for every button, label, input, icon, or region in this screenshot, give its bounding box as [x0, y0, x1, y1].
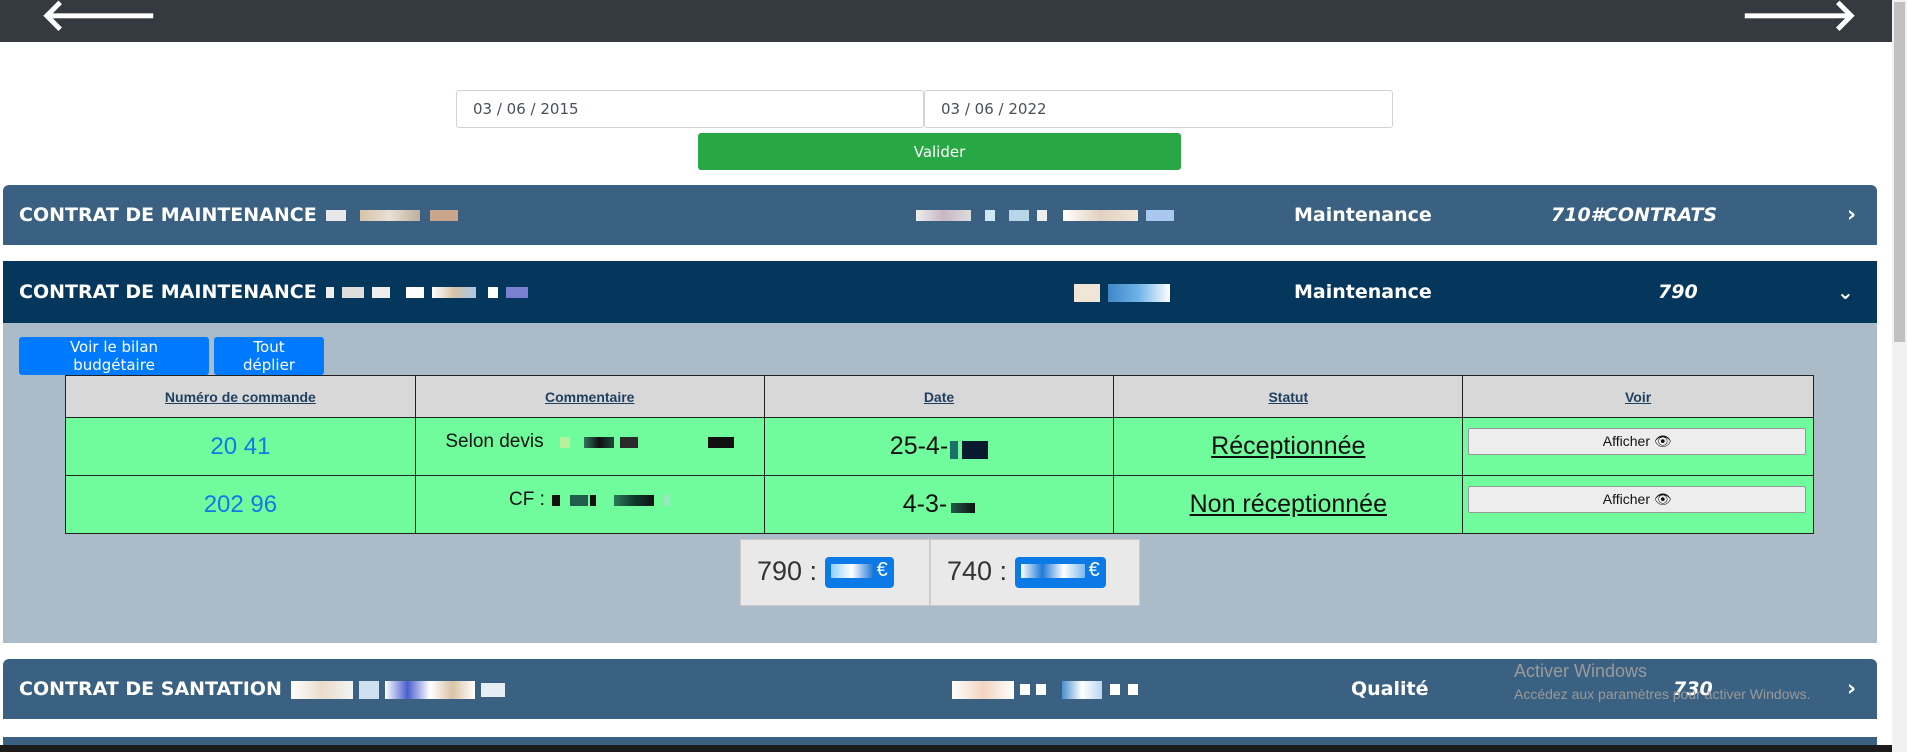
budget-badge-790: 790 : €	[740, 539, 930, 606]
comment-cell: Selon devis	[414, 417, 765, 476]
table-row: 20 41 Selon devis 25-4- Réceptionnée Aff…	[65, 417, 1814, 476]
contract-reference-redacted	[949, 678, 1138, 700]
comment-cell: CF :	[414, 475, 765, 534]
scrollbar-thumb[interactable]	[1894, 2, 1905, 342]
contract-reference-redacted	[1071, 281, 1170, 303]
table-header-row: Numéro de commande Commentaire Date Stat…	[65, 375, 1814, 418]
orders-table: Numéro de commande Commentaire Date Stat…	[65, 375, 1814, 534]
table-row: 202 96 CF : 4-3- Non réceptionnée Affich…	[65, 475, 1814, 534]
order-number[interactable]: 202 96	[204, 491, 277, 518]
contract-category: Qualité	[1351, 678, 1429, 700]
contract-code: 710#CONTRATS	[1551, 204, 1717, 226]
contract-row-2[interactable]: CONTRAT DE MAINTENANCE Maintenance 790 ⌄	[3, 261, 1877, 323]
status-cell: Réceptionnée	[1113, 417, 1464, 476]
contract-category: Maintenance	[1294, 204, 1432, 226]
column-header[interactable]: Date	[763, 375, 1115, 418]
eye-icon: 👁	[1653, 491, 1672, 507]
column-header[interactable]: Numéro de commande	[65, 375, 416, 418]
view-cell: Afficher 👁	[1462, 475, 1814, 534]
contract-reference-redacted	[913, 204, 1174, 226]
status-cell: Non réceptionnée	[1113, 475, 1464, 534]
column-header[interactable]: Commentaire	[414, 375, 765, 418]
chevron-right-icon[interactable]: ›	[1847, 203, 1856, 228]
contract-title: CONTRAT DE MAINTENANCE	[19, 281, 529, 303]
order-comment: Selon devis	[445, 430, 544, 452]
top-navbar: 🡐 🡒	[0, 0, 1892, 42]
end-date-input[interactable]	[924, 90, 1393, 128]
chevron-down-icon[interactable]: ⌄	[1837, 280, 1854, 304]
order-number[interactable]: 20 41	[210, 433, 270, 460]
order-comment: CF :	[509, 488, 545, 510]
arrow-left-icon[interactable]: 🡐	[40, 0, 158, 38]
contract-title: CONTRAT DE SANTATION	[19, 678, 506, 700]
windows-activation-title: Activer Windows	[1514, 661, 1648, 681]
view-cell: Afficher 👁	[1462, 417, 1814, 476]
budget-report-button[interactable]: Voir le bilan budgétaire	[19, 337, 209, 375]
contract-title: CONTRAT DE MAINTENANCE	[19, 204, 459, 226]
budget-amount: €	[824, 557, 894, 589]
contract-category: Maintenance	[1294, 281, 1432, 303]
budget-code: 790 :	[757, 556, 818, 586]
page-scrollbar[interactable]	[1892, 0, 1907, 752]
expand-all-button[interactable]: Tout déplier	[214, 337, 324, 375]
view-order-button[interactable]: Afficher 👁	[1468, 428, 1807, 455]
chevron-right-icon[interactable]: ›	[1847, 677, 1856, 702]
contract-row-1[interactable]: CONTRAT DE MAINTENANCE Maintenance 710#C…	[3, 185, 1877, 245]
eye-icon: 👁	[1653, 433, 1672, 449]
taskbar	[0, 745, 1892, 752]
view-order-button[interactable]: Afficher 👁	[1468, 486, 1807, 513]
date-cell: 4-3-	[763, 475, 1115, 534]
order-status[interactable]: Réceptionnée	[1211, 432, 1365, 460]
budget-badge-740: 740 : €	[930, 539, 1140, 606]
order-date: 25-4-	[889, 432, 949, 460]
order-number-cell: 202 96	[65, 475, 416, 534]
budget-code: 740 :	[947, 556, 1008, 586]
validate-button[interactable]: Valider	[698, 133, 1181, 170]
order-status[interactable]: Non réceptionnée	[1190, 490, 1387, 518]
order-date: 4-3-	[902, 490, 948, 518]
order-number-cell: 20 41	[65, 417, 416, 476]
budget-amount: €	[1014, 557, 1106, 589]
column-header[interactable]: Statut	[1113, 375, 1464, 418]
column-header[interactable]: Voir	[1462, 375, 1814, 418]
arrow-right-icon[interactable]: 🡒	[1740, 0, 1858, 38]
contract-code: 790	[1658, 281, 1698, 303]
date-cell: 25-4-	[763, 417, 1115, 476]
start-date-input[interactable]	[456, 90, 924, 128]
windows-activation-subtitle: Accédez aux paramètres pour activer Wind…	[1514, 686, 1811, 702]
